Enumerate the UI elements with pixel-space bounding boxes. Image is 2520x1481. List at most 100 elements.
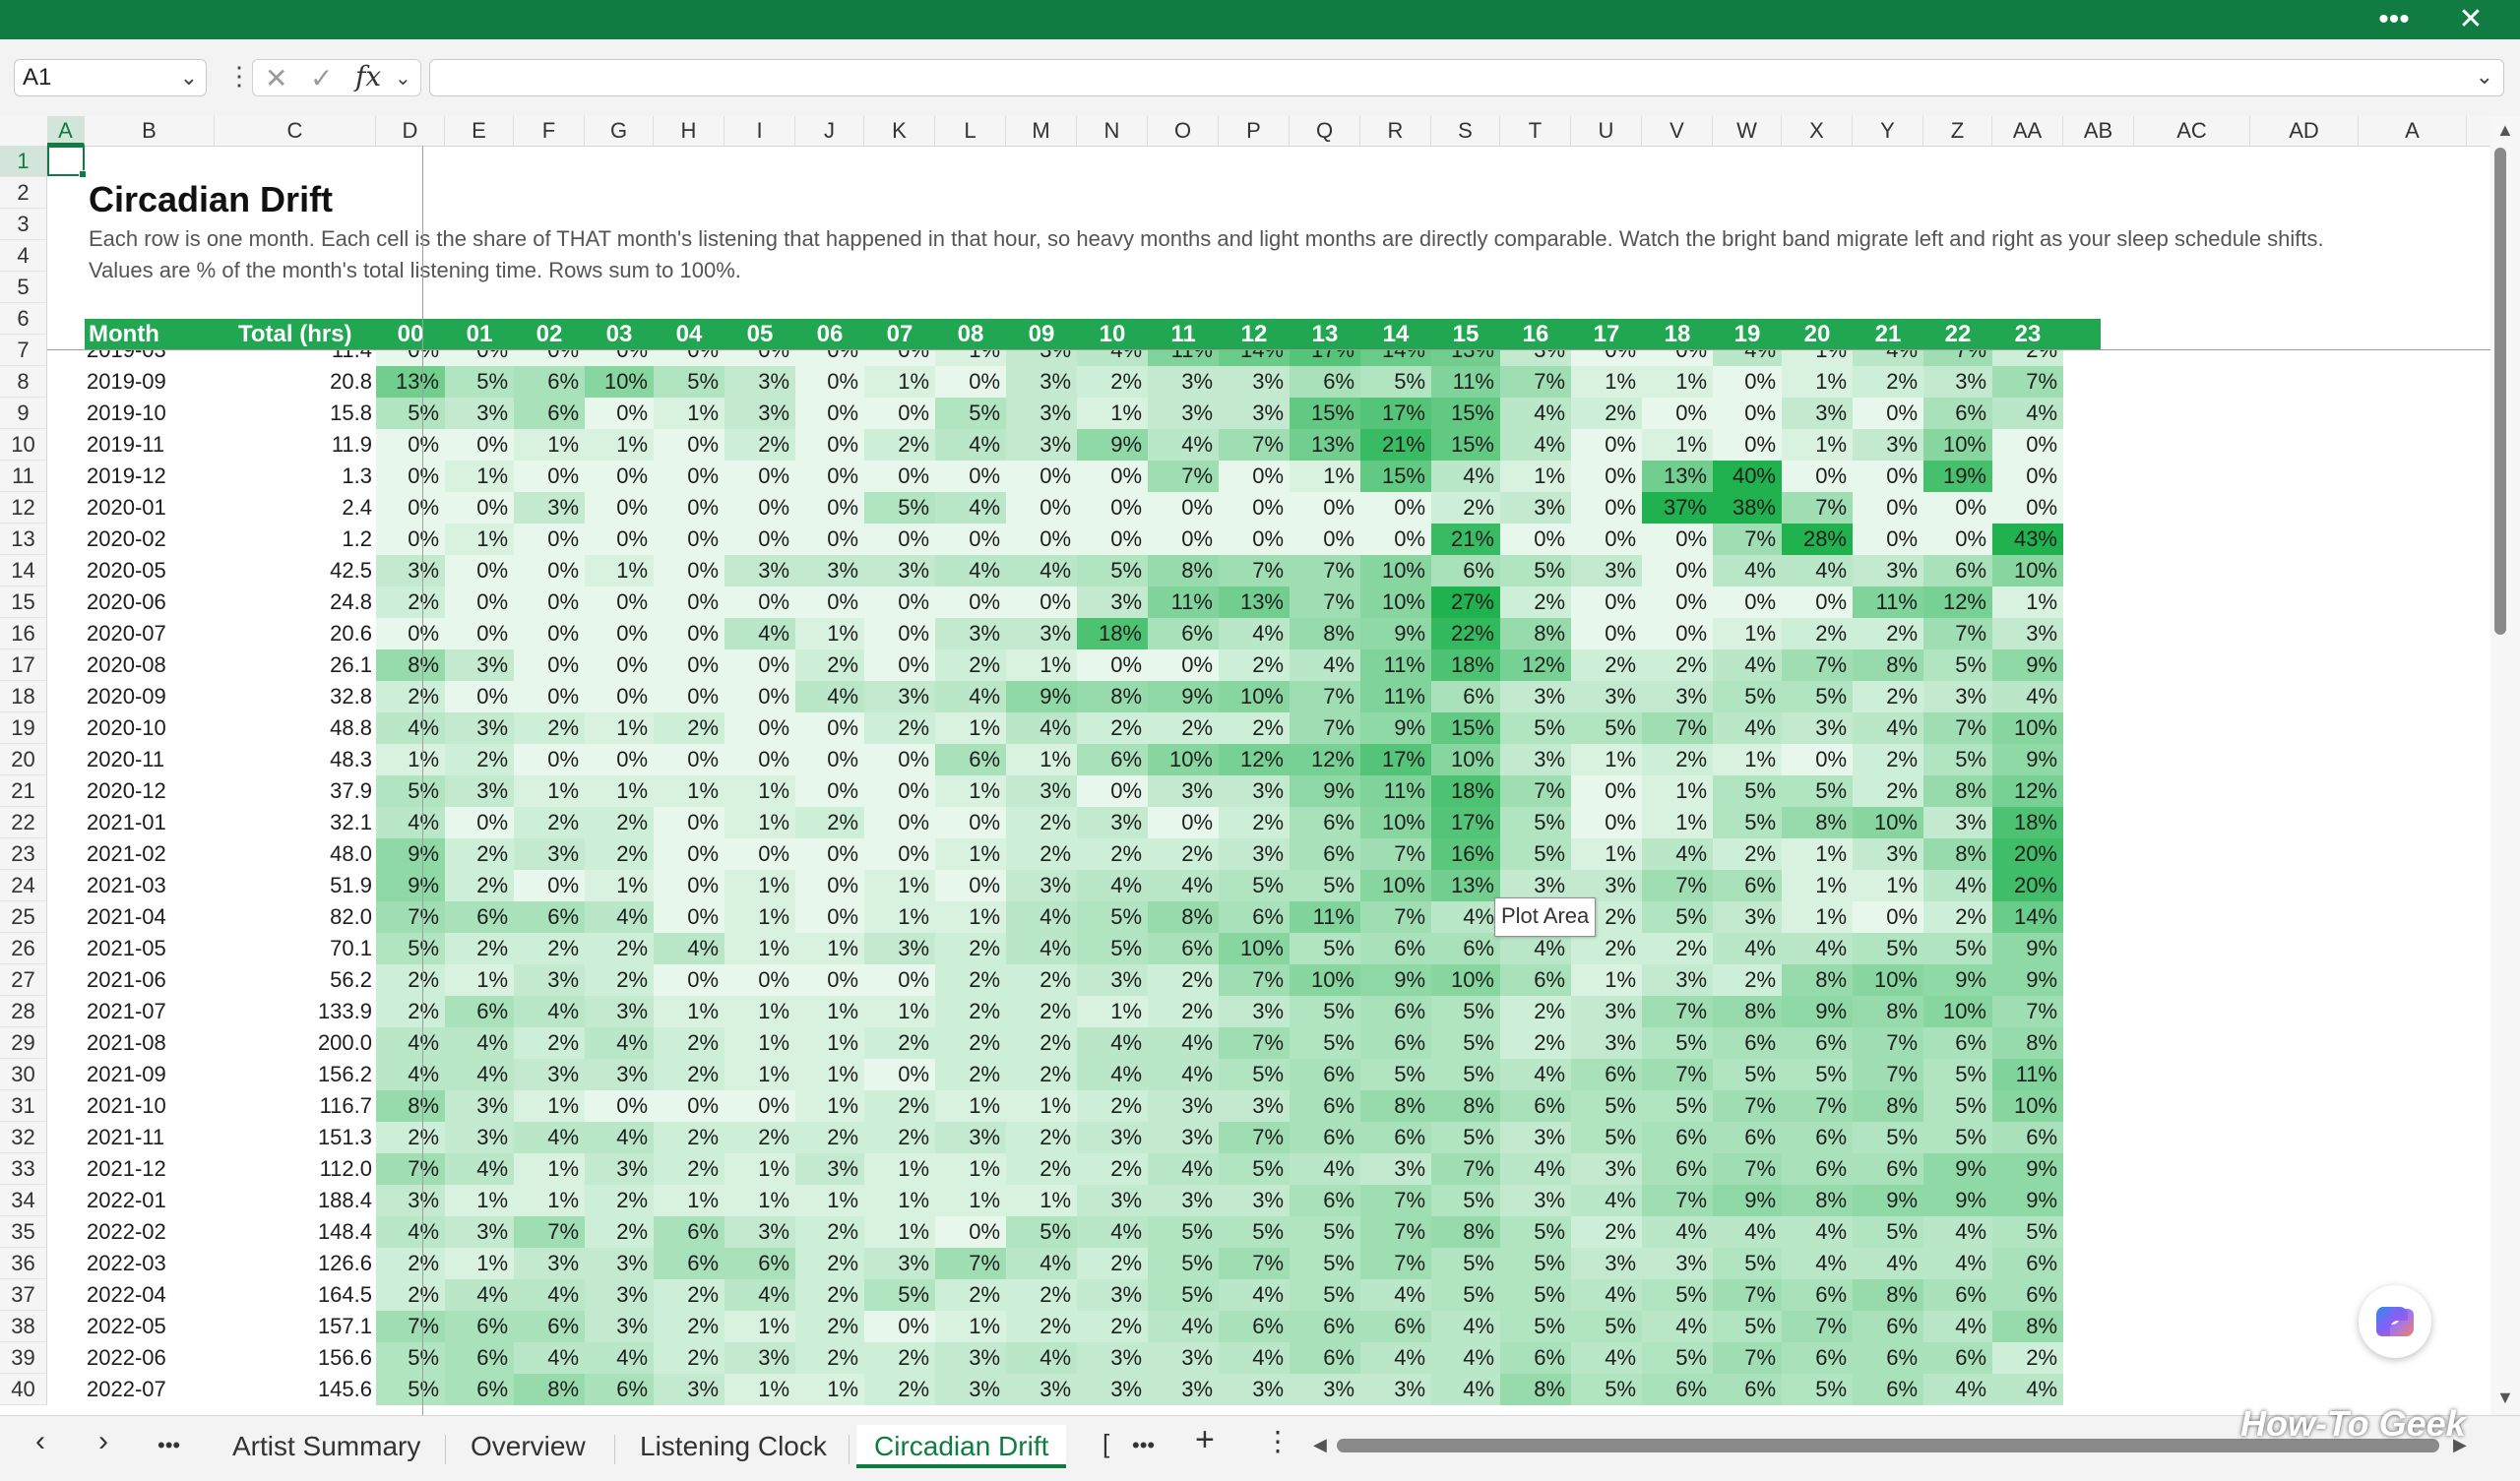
heat-cell[interactable]: 6% xyxy=(1219,901,1290,933)
heat-cell[interactable]: 4% xyxy=(1992,398,2063,429)
total-hrs-cell[interactable]: 48.8 xyxy=(215,712,372,744)
heat-cell[interactable]: 2% xyxy=(1148,964,1219,996)
name-box[interactable]: A1 ⌄ xyxy=(14,59,207,96)
heat-cell[interactable]: 5% xyxy=(376,398,445,429)
heat-cell[interactable]: 3% xyxy=(1219,1374,1290,1405)
heat-cell[interactable]: 4% xyxy=(724,1279,795,1311)
heat-cell[interactable]: 9% xyxy=(376,870,445,901)
heat-cell[interactable]: 0% xyxy=(1219,524,1290,555)
heat-cell[interactable]: 0% xyxy=(1782,744,1853,775)
total-hrs-cell[interactable]: 126.6 xyxy=(215,1248,372,1279)
heat-cell[interactable]: 2% xyxy=(864,712,935,744)
heat-cell[interactable]: 5% xyxy=(1360,1059,1431,1090)
heat-cell[interactable]: 4% xyxy=(1992,681,2063,712)
heat-cell[interactable]: 2% xyxy=(514,1027,585,1059)
month-cell[interactable]: 2021-12 xyxy=(87,1153,217,1185)
heat-cell[interactable]: 3% xyxy=(654,1374,724,1405)
heat-cell[interactable]: 2% xyxy=(795,1279,864,1311)
heat-cell[interactable]: 7% xyxy=(1992,996,2063,1027)
heat-cell[interactable]: 10% xyxy=(1360,555,1431,586)
heat-cell[interactable]: 40% xyxy=(1713,461,1782,492)
column-header[interactable]: AC xyxy=(2134,116,2250,146)
heat-cell[interactable]: 3% xyxy=(1219,398,1290,429)
scroll-down-icon[interactable]: ▼ xyxy=(2496,1388,2514,1408)
heat-cell[interactable]: 4% xyxy=(1360,1342,1431,1374)
heat-cell[interactable]: 0% xyxy=(795,366,864,398)
prev-sheet-icon[interactable]: ‹ xyxy=(35,1425,45,1458)
heat-cell[interactable]: 0% xyxy=(585,681,654,712)
heat-cell[interactable]: 4% xyxy=(376,807,445,838)
row-header[interactable]: 34 xyxy=(0,1185,47,1216)
heat-cell[interactable]: 0% xyxy=(445,429,514,461)
copilot-button[interactable] xyxy=(2359,1285,2431,1358)
heat-cell[interactable]: 6% xyxy=(1782,1342,1853,1374)
heat-cell[interactable]: 1% xyxy=(1642,807,1713,838)
heat-cell[interactable]: 0% xyxy=(654,807,724,838)
heat-cell[interactable]: 8% xyxy=(1923,775,1992,807)
heat-cell[interactable]: 5% xyxy=(654,366,724,398)
heat-cell[interactable]: 4% xyxy=(1006,712,1077,744)
heat-cell[interactable]: 10% xyxy=(1992,1090,2063,1122)
heat-cell[interactable]: 4% xyxy=(1500,429,1571,461)
heat-cell[interactable]: 4% xyxy=(1431,1342,1500,1374)
header-hour[interactable]: 22 xyxy=(1923,319,1992,350)
heat-cell[interactable]: 11% xyxy=(1992,1059,2063,1090)
column-header[interactable]: X xyxy=(1782,116,1853,146)
column-header[interactable]: AB xyxy=(2063,116,2134,146)
heat-cell[interactable]: 17% xyxy=(1360,744,1431,775)
heat-cell[interactable]: 1% xyxy=(585,712,654,744)
heat-cell[interactable]: 0% xyxy=(1219,461,1290,492)
heat-cell[interactable]: 3% xyxy=(864,555,935,586)
heat-cell[interactable]: 0% xyxy=(1219,492,1290,524)
heat-cell[interactable]: 3% xyxy=(1782,398,1853,429)
heat-cell[interactable]: 7% xyxy=(1290,681,1360,712)
heat-cell[interactable]: 4% xyxy=(1006,1342,1077,1374)
heat-cell[interactable]: 3% xyxy=(1500,681,1571,712)
heat-cell[interactable]: 0% xyxy=(654,524,724,555)
heat-cell[interactable]: 38% xyxy=(1713,492,1782,524)
month-cell[interactable]: 2020-11 xyxy=(87,744,217,775)
heat-cell[interactable]: 6% xyxy=(1431,681,1500,712)
heat-cell[interactable]: 3% xyxy=(724,1342,795,1374)
heat-cell[interactable]: 6% xyxy=(654,1216,724,1248)
heat-cell[interactable]: 5% xyxy=(1290,933,1360,964)
row-header[interactable]: 14 xyxy=(0,555,47,586)
heat-cell[interactable]: 1% xyxy=(514,1090,585,1122)
heat-cell[interactable]: 3% xyxy=(1148,1122,1219,1153)
heat-cell[interactable]: 2% xyxy=(864,1027,935,1059)
heat-cell[interactable]: 3% xyxy=(1219,838,1290,870)
heat-cell[interactable]: 3% xyxy=(445,775,514,807)
close-icon[interactable]: ✕ xyxy=(2441,0,2500,39)
heat-cell[interactable]: 3% xyxy=(1500,744,1571,775)
row-header[interactable]: 12 xyxy=(0,492,47,524)
heat-cell[interactable]: 6% xyxy=(1290,366,1360,398)
sheet-tab[interactable]: Listening Clock xyxy=(622,1425,845,1468)
heat-cell[interactable]: 3% xyxy=(724,398,795,429)
heat-cell[interactable]: 6% xyxy=(1853,1153,1923,1185)
heat-cell[interactable]: 5% xyxy=(1500,1248,1571,1279)
heat-cell[interactable]: 4% xyxy=(1006,933,1077,964)
heat-cell[interactable]: 1% xyxy=(795,1090,864,1122)
heat-cell[interactable]: 8% xyxy=(1853,1279,1923,1311)
heat-cell[interactable]: 9% xyxy=(1360,964,1431,996)
heat-cell[interactable]: 10% xyxy=(1923,996,1992,1027)
heat-cell[interactable]: 6% xyxy=(1853,1374,1923,1405)
heat-cell[interactable]: 6% xyxy=(1642,1374,1713,1405)
heat-cell[interactable]: 15% xyxy=(1431,398,1500,429)
sheet-tab[interactable]: Overview xyxy=(453,1425,603,1468)
heat-cell[interactable]: 0% xyxy=(864,649,935,681)
heat-cell[interactable]: 0% xyxy=(514,524,585,555)
heat-cell[interactable]: 5% xyxy=(1290,1216,1360,1248)
heat-cell[interactable]: 6% xyxy=(1148,933,1219,964)
heat-cell[interactable]: 4% xyxy=(1219,1279,1290,1311)
heat-cell[interactable]: 3% xyxy=(1077,1279,1148,1311)
heat-cell[interactable]: 0% xyxy=(445,681,514,712)
heat-cell[interactable]: 0% xyxy=(795,744,864,775)
heat-cell[interactable]: 2% xyxy=(1148,996,1219,1027)
total-hrs-cell[interactable]: 112.0 xyxy=(215,1153,372,1185)
description-line-2[interactable]: Values are % of the month's total listen… xyxy=(89,258,741,283)
heat-cell[interactable]: 5% xyxy=(1642,901,1713,933)
heat-cell[interactable]: 4% xyxy=(1290,1153,1360,1185)
heat-cell[interactable]: 2% xyxy=(376,964,445,996)
heat-cell[interactable]: 4% xyxy=(1923,1374,1992,1405)
